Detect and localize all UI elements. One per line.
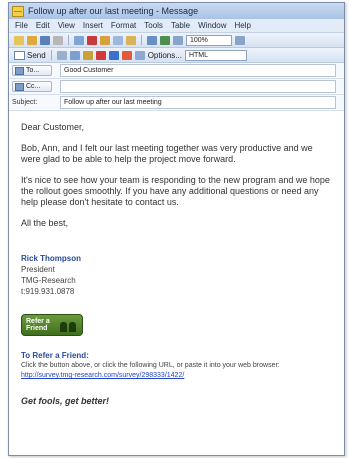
new-icon[interactable]: [14, 35, 24, 45]
signature-company: TMG-Research: [21, 276, 76, 285]
to-value: Good Customer: [64, 67, 114, 74]
title-bar: Follow up after our last meeting - Messa…: [9, 3, 344, 19]
cc-field[interactable]: [60, 80, 336, 93]
greeting: Dear Customer,: [21, 122, 85, 132]
refer-description: Click the button above, or click the fol…: [21, 362, 280, 369]
menu-help[interactable]: Help: [235, 21, 251, 30]
window-title: Follow up after our last meeting - Messa…: [28, 6, 199, 16]
address-book-icon[interactable]: [56, 50, 67, 60]
cc-row: Cc...: [9, 79, 344, 95]
preview-icon[interactable]: [74, 35, 84, 45]
importance-high-icon[interactable]: [95, 50, 106, 60]
paste-icon[interactable]: [126, 35, 136, 45]
signature-title: President: [21, 265, 55, 274]
toolbar-divider: [50, 50, 52, 60]
message-body[interactable]: Dear Customer, Bob, Ann, and I felt our …: [9, 111, 344, 407]
toolbar-divider: [141, 35, 142, 45]
to-button[interactable]: To...: [12, 65, 52, 76]
address-book-icon: [15, 66, 24, 75]
to-label: To...: [26, 67, 40, 74]
signature-icon[interactable]: [134, 50, 145, 60]
paragraph-1: Bob, Ann, and I felt our last meeting to…: [21, 143, 313, 164]
zoom-dropdown[interactable]: 100%: [186, 34, 232, 46]
send-icon: [14, 50, 25, 60]
to-field[interactable]: Good Customer: [60, 64, 336, 77]
table-icon[interactable]: [173, 35, 183, 45]
subject-field[interactable]: Follow up after our last meeting: [60, 96, 336, 109]
menu-view[interactable]: View: [58, 21, 75, 30]
check-names-icon[interactable]: [69, 50, 80, 60]
menu-edit[interactable]: Edit: [36, 21, 50, 30]
menu-window[interactable]: Window: [198, 21, 226, 30]
hyperlink-icon[interactable]: [160, 35, 170, 45]
message-app-icon: [12, 5, 24, 17]
people-icon: [60, 319, 78, 332]
cc-button[interactable]: Cc...: [12, 81, 52, 92]
subject-row: Subject: Follow up after our last meetin…: [9, 95, 344, 111]
send-label: Send: [27, 50, 46, 60]
menu-file[interactable]: File: [15, 21, 28, 30]
spelling-icon[interactable]: [87, 35, 97, 45]
address-book-icon: [15, 82, 24, 91]
attach-icon[interactable]: [82, 50, 93, 60]
menu-bar: File Edit View Insert Format Tools Table…: [9, 19, 344, 33]
menu-format[interactable]: Format: [111, 21, 136, 30]
undo-icon[interactable]: [147, 35, 157, 45]
refer-button-text: Refer a Friend: [26, 318, 50, 332]
print-icon[interactable]: [53, 35, 63, 45]
toolbar-divider: [68, 35, 69, 45]
menu-tools[interactable]: Tools: [144, 21, 163, 30]
standard-toolbar: 100%: [9, 33, 344, 48]
help-icon[interactable]: [235, 35, 245, 45]
menu-insert[interactable]: Insert: [83, 21, 103, 30]
signature-phone: t:919.931.0878: [21, 287, 75, 296]
menu-table[interactable]: Table: [171, 21, 190, 30]
to-row: To... Good Customer: [9, 63, 344, 79]
refer-a-friend-button[interactable]: Refer a Friend: [21, 314, 83, 336]
cut-icon[interactable]: [100, 35, 110, 45]
save-icon[interactable]: [40, 35, 50, 45]
email-toolbar: Send Options... HTML: [9, 48, 344, 63]
flag-icon[interactable]: [121, 50, 132, 60]
importance-low-icon[interactable]: [108, 50, 119, 60]
refer-title: To Refer a Friend:: [21, 351, 89, 360]
format-value: HTML: [188, 51, 208, 59]
format-dropdown[interactable]: HTML: [184, 49, 247, 61]
signoff: All the best,: [21, 218, 69, 228]
paragraph-2: It's nice to see how your team is respon…: [21, 175, 330, 207]
cc-label: Cc...: [26, 83, 41, 90]
message-window: Follow up after our last meeting - Messa…: [8, 2, 345, 456]
zoom-value: 100%: [190, 36, 208, 44]
open-icon[interactable]: [27, 35, 37, 45]
subject-label: Subject:: [12, 99, 38, 106]
signature-name: Rick Thompson: [21, 254, 82, 263]
subject-value: Follow up after our last meeting: [64, 99, 162, 106]
options-button[interactable]: Options...: [148, 51, 182, 60]
refer-url-link[interactable]: http://survey.tmg-research.com/survey/29…: [21, 370, 334, 381]
copy-icon[interactable]: [113, 35, 123, 45]
send-button[interactable]: Send: [14, 50, 46, 60]
closing-tagline: Get fools, get better!: [21, 396, 110, 406]
